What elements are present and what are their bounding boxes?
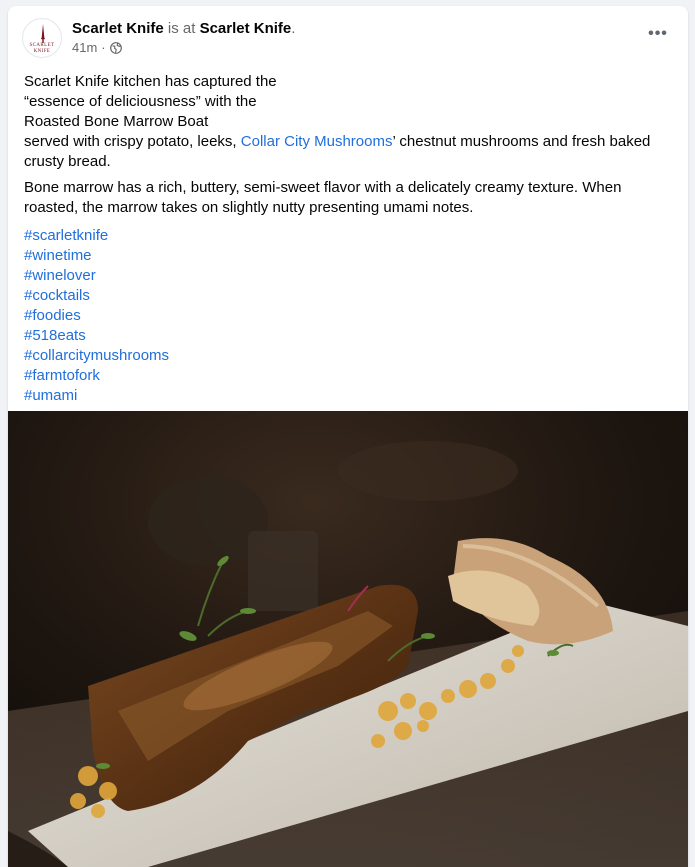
hashtag-link[interactable]: #umami: [24, 386, 664, 406]
more-options-button[interactable]: •••: [642, 22, 674, 46]
hashtag-link[interactable]: #foodies: [24, 306, 664, 326]
post-meta: 41m ·: [72, 40, 122, 56]
post-title: Scarlet Knife is at Scarlet Knife.: [72, 20, 295, 38]
place-suffix: .: [291, 20, 296, 37]
hashtag-link[interactable]: #farmtofork: [24, 366, 664, 386]
avatar[interactable]: SCARLET KNIFE: [22, 18, 62, 58]
hashtag-link[interactable]: #scarletknife: [24, 226, 664, 246]
meta-separator: ·: [101, 40, 106, 55]
collar-city-mushrooms-link[interactable]: Collar City Mushrooms: [241, 133, 393, 150]
ellipsis-icon: •••: [648, 25, 668, 42]
hashtag-link[interactable]: #518eats: [24, 326, 664, 346]
post-paragraph-1: Scarlet Knife kitchen has captured the “…: [24, 72, 664, 172]
post-paragraph-2: Bone marrow has a rich, buttery, semi-sw…: [24, 179, 622, 216]
place-link[interactable]: Scarlet Knife: [200, 20, 292, 37]
post-photo[interactable]: [8, 411, 688, 867]
bone-marrow-dish-photo: [8, 411, 688, 867]
post-line-2: “essence of deliciousness” with the: [24, 93, 257, 110]
post-line-1: Scarlet Knife kitchen has captured the: [24, 73, 277, 90]
post-line-3: Roasted Bone Marrow Boat: [24, 113, 209, 130]
is-at-text: is at: [167, 20, 196, 37]
author-name-link[interactable]: Scarlet Knife: [72, 20, 164, 37]
timestamp-link[interactable]: 41m: [72, 40, 97, 56]
globe-icon[interactable]: [109, 42, 122, 54]
avatar-logo-line-2: KNIFE: [33, 49, 51, 54]
hashtag-list: #scarletknife #winetime #winelover #cock…: [24, 226, 664, 406]
post-line-4-start: served with crispy potato, leeks,: [24, 133, 241, 150]
post-header: SCARLET KNIFE Scarlet Knife is at Scarle…: [22, 18, 674, 58]
hashtag-link[interactable]: #collarcitymushrooms: [24, 346, 664, 366]
hashtag-link[interactable]: #winelover: [24, 266, 664, 286]
post-text: Scarlet Knife kitchen has captured the “…: [24, 72, 664, 406]
hashtag-link[interactable]: #winetime: [24, 246, 664, 266]
avatar-logo-text: SCARLET KNIFE: [23, 43, 61, 55]
post-card: SCARLET KNIFE Scarlet Knife is at Scarle…: [8, 6, 688, 867]
hashtag-link[interactable]: #cocktails: [24, 286, 664, 306]
